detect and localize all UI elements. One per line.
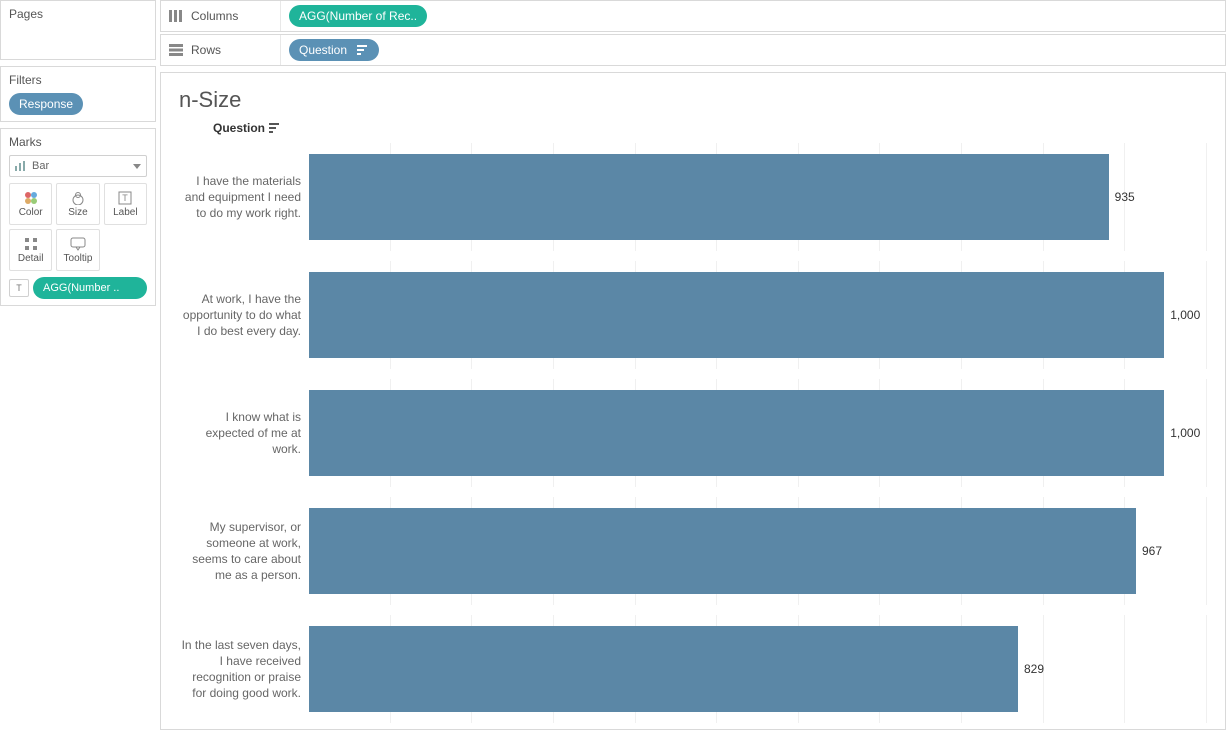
columns-icon (169, 10, 183, 22)
pages-shelf[interactable]: Pages (0, 0, 156, 60)
svg-text:T: T (123, 193, 129, 203)
marks-color-button[interactable]: Color (9, 183, 52, 225)
tooltip-icon (70, 237, 86, 251)
bar[interactable]: 829 (309, 626, 1018, 712)
columns-pill[interactable]: AGG(Number of Rec.. (289, 5, 427, 27)
bar-area: 935 (309, 143, 1207, 251)
bar[interactable]: 967 (309, 508, 1136, 594)
rows-icon (169, 44, 183, 56)
filters-title: Filters (9, 73, 147, 87)
row-label[interactable]: At work, I have the opportunity to do wh… (179, 261, 309, 369)
viz-area: n-Size Question I have the materials and… (160, 72, 1226, 730)
size-icon (70, 191, 86, 205)
marks-tooltip-button[interactable]: Tooltip (56, 229, 99, 271)
row-label[interactable]: I know what is expected of me at work. (179, 379, 309, 487)
label-icon: T (118, 191, 132, 205)
row-label[interactable]: My supervisor, or someone at work, seems… (179, 497, 309, 605)
value-label: 1,000 (1170, 426, 1200, 440)
sort-desc-icon (269, 123, 281, 133)
value-label: 829 (1024, 662, 1044, 676)
color-icon (24, 191, 38, 205)
bar[interactable]: 935 (309, 154, 1109, 240)
bar-area: 829 (309, 615, 1207, 723)
detail-icon (24, 237, 38, 251)
marks-card: Marks Bar Color Size T Label De (0, 128, 156, 306)
mark-type-label: Bar (32, 160, 49, 172)
chart-row: At work, I have the opportunity to do wh… (179, 261, 1207, 369)
sort-desc-icon (357, 45, 369, 55)
value-label: 1,000 (1170, 308, 1200, 322)
marks-label-button[interactable]: T Label (104, 183, 147, 225)
dropdown-icon (133, 164, 141, 169)
row-label[interactable]: I have the materials and equipment I nee… (179, 143, 309, 251)
bar-chart-icon (15, 161, 27, 171)
columns-shelf-label: Columns (161, 1, 281, 31)
chart-row: I know what is expected of me at work.1,… (179, 379, 1207, 487)
marks-detail-button[interactable]: Detail (9, 229, 52, 271)
bar-area: 967 (309, 497, 1207, 605)
chart-row: I have the materials and equipment I nee… (179, 143, 1207, 251)
marks-encoding-pill[interactable]: AGG(Number .. (33, 277, 147, 299)
value-label: 967 (1142, 544, 1162, 558)
bar-area: 1,000 (309, 379, 1207, 487)
label-encoding-icon[interactable]: T (9, 279, 29, 297)
bar-area: 1,000 (309, 261, 1207, 369)
rows-pill[interactable]: Question (289, 39, 379, 61)
columns-shelf[interactable]: Columns AGG(Number of Rec.. (160, 0, 1226, 32)
filter-pill-response[interactable]: Response (9, 93, 83, 115)
chart-row: My supervisor, or someone at work, seems… (179, 497, 1207, 605)
marks-size-button[interactable]: Size (56, 183, 99, 225)
marks-title: Marks (9, 135, 147, 149)
axis-header[interactable]: Question (179, 121, 1207, 135)
pages-title: Pages (9, 7, 147, 21)
value-label: 935 (1115, 190, 1135, 204)
rows-shelf[interactable]: Rows Question (160, 34, 1226, 66)
bar[interactable]: 1,000 (309, 272, 1164, 358)
viz-title[interactable]: n-Size (179, 87, 1207, 113)
mark-type-select[interactable]: Bar (9, 155, 147, 177)
bar[interactable]: 1,000 (309, 390, 1164, 476)
row-label[interactable]: In the last seven days, I have received … (179, 615, 309, 723)
filters-shelf[interactable]: Filters Response (0, 66, 156, 122)
bar-chart[interactable]: I have the materials and equipment I nee… (179, 143, 1207, 730)
chart-row: In the last seven days, I have received … (179, 615, 1207, 723)
rows-shelf-label: Rows (161, 35, 281, 65)
